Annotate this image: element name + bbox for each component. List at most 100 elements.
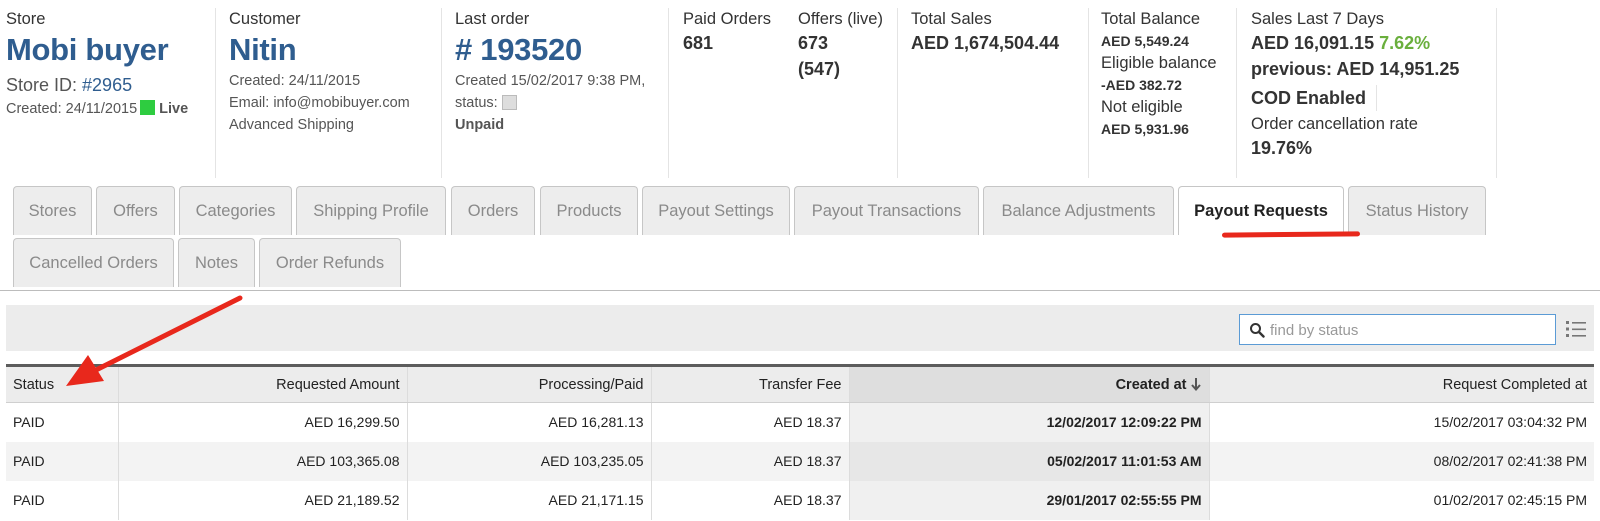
column-header-created-at[interactable]: Created at — [848, 364, 1209, 403]
not-eligible-label: Not eligible — [1101, 98, 1183, 116]
cell-request-completed-at: 15/02/2017 03:04:32 PM — [1208, 402, 1594, 442]
cell-processing-paid: AED 103,235.05 — [406, 441, 651, 481]
last-order-label: Last order — [455, 10, 530, 28]
cell-requested-amount: AED 16,299.50 — [117, 402, 407, 442]
cell-status: PAID — [6, 441, 118, 481]
cell-created-at: 05/02/2017 11:01:53 AM — [848, 441, 1209, 481]
tab-stores[interactable]: Stores — [13, 186, 92, 235]
sales-7days-label: Sales Last 7 Days — [1251, 10, 1384, 28]
store-name: Mobi buyer — [6, 32, 169, 67]
cell-status: PAID — [6, 402, 118, 442]
cell-created-at: 29/01/2017 02:55:55 PM — [848, 480, 1209, 520]
payout-requests-table: Status Requested Amount Processing/Paid … — [6, 364, 1594, 520]
cell-request-completed-at: 08/02/2017 02:41:38 PM — [1208, 441, 1594, 481]
tab-orders[interactable]: Orders — [451, 186, 535, 235]
offers-label: Offers (live) — [798, 10, 883, 28]
store-panel: Store Mobi buyer Store ID: #2965 Created… — [6, 8, 216, 178]
column-header-requested-amount[interactable]: Requested Amount — [117, 364, 407, 403]
table-row[interactable]: PAID AED 16,299.50 AED 16,281.13 AED 18.… — [6, 402, 1594, 442]
sales-7days-value: AED 16,091.15 — [1251, 33, 1375, 53]
cell-processing-paid: AED 16,281.13 — [406, 402, 651, 442]
created-at-header-label: Created at — [1115, 376, 1187, 393]
table-header-row: Status Requested Amount Processing/Paid … — [6, 364, 1594, 403]
tab-categories[interactable]: Categories — [179, 186, 292, 235]
column-header-transfer-fee[interactable]: Transfer Fee — [650, 364, 849, 403]
store-id-line: Store ID: #2965 — [6, 72, 215, 98]
store-id-link[interactable]: #2965 — [82, 75, 132, 95]
last-order-status: Unpaid — [455, 117, 505, 133]
tab-cancelled-orders[interactable]: Cancelled Orders — [13, 238, 174, 287]
live-status-indicator — [140, 100, 156, 115]
cell-requested-amount: AED 21,189.52 — [117, 480, 407, 520]
cell-status: PAID — [6, 480, 118, 520]
store-created-line: Created: 24/11/2015 Live — [6, 98, 215, 120]
store-summary: Store Mobi buyer Store ID: #2965 Created… — [0, 0, 1600, 182]
last-order-number[interactable]: # 193520 — [455, 30, 668, 70]
table-row[interactable]: PAID AED 103,365.08 AED 103,235.05 AED 1… — [6, 441, 1594, 481]
sales-previous: previous: AED 14,951.25 — [1251, 59, 1460, 79]
cell-transfer-fee: AED 18.37 — [650, 402, 849, 442]
cell-transfer-fee: AED 18.37 — [650, 480, 849, 520]
last-order-status-label: status: — [455, 95, 498, 111]
not-eligible-value: AED 5,931.96 — [1101, 121, 1189, 137]
customer-label: Customer — [229, 10, 301, 28]
tab-bar-divider — [0, 290, 1600, 291]
store-label: Store — [6, 10, 46, 28]
cod-status: COD Enabled — [1251, 85, 1378, 111]
offers-value: 673 — [798, 33, 829, 53]
active-tab-annotation-underline — [1221, 231, 1361, 238]
column-header-request-completed-at[interactable]: Request Completed at — [1208, 364, 1594, 403]
tab-notes[interactable]: Notes — [178, 238, 255, 287]
customer-name: Nitin — [229, 32, 297, 67]
status-search-box[interactable] — [1239, 314, 1556, 345]
live-status-label: Live — [159, 101, 189, 117]
tab-balance-adjustments[interactable]: Balance Adjustments — [983, 186, 1174, 235]
sales-change-percent: 7.62% — [1379, 33, 1431, 53]
eligible-balance-value: -AED 382.72 — [1101, 77, 1182, 93]
table-row[interactable]: PAID AED 21,189.52 AED 21,171.15 AED 18.… — [6, 480, 1594, 520]
total-sales-panel: Total Sales AED 1,674,504.44 — [911, 8, 1089, 178]
tab-order-refunds[interactable]: Order Refunds — [259, 238, 401, 287]
cell-requested-amount: AED 103,365.08 — [117, 441, 407, 481]
sales-7days-line: AED 16,091.15 7.62% — [1251, 30, 1496, 56]
column-header-processing-paid[interactable]: Processing/Paid — [406, 364, 651, 403]
customer-panel: Customer Nitin Created: 24/11/2015 Email… — [229, 8, 442, 178]
total-balance-panel: Total Balance AED 5,549.24 Eligible bala… — [1101, 8, 1237, 178]
tab-offers[interactable]: Offers — [96, 186, 175, 235]
store-created: Created: 24/11/2015 — [6, 101, 138, 117]
sort-descending-icon — [1190, 377, 1201, 391]
tab-status-history[interactable]: Status History — [1348, 186, 1486, 235]
tab-shipping-profile[interactable]: Shipping Profile — [296, 186, 446, 235]
customer-email: Email: info@mobibuyer.com — [229, 95, 410, 111]
cancel-rate-label: Order cancellation rate — [1251, 115, 1418, 133]
cell-request-completed-at: 01/02/2017 02:45:15 PM — [1208, 480, 1594, 520]
tab-payout-transactions[interactable]: Payout Transactions — [794, 186, 979, 235]
customer-created: Created: 24/11/2015 — [229, 73, 361, 89]
cancel-rate-value: 19.76% — [1251, 138, 1313, 158]
offers-panel: Offers (live) 673 (547) — [798, 8, 898, 178]
tab-payout-settings[interactable]: Payout Settings — [642, 186, 790, 235]
last-order-status-line: status: — [455, 92, 668, 114]
status-search-input[interactable] — [1270, 319, 1548, 341]
last-order-created: Created 15/02/2017 9:38 PM, — [455, 73, 646, 89]
paid-orders-panel: Paid Orders 681 — [683, 8, 788, 178]
paid-orders-value: 681 — [683, 33, 714, 53]
column-list-icon[interactable] — [1565, 318, 1587, 340]
tab-products[interactable]: Products — [540, 186, 638, 235]
tab-payout-requests[interactable]: Payout Requests — [1178, 186, 1344, 235]
total-balance-label: Total Balance — [1101, 10, 1201, 28]
store-id-prefix: Store ID: — [6, 75, 83, 95]
total-sales-label: Total Sales — [911, 10, 992, 28]
cell-transfer-fee: AED 18.37 — [650, 441, 849, 481]
column-header-status[interactable]: Status — [6, 364, 118, 403]
last-order-panel: Last order # 193520 Created 15/02/2017 9… — [455, 8, 669, 178]
total-sales-value: AED 1,674,504.44 — [911, 33, 1060, 53]
sales-7days-panel: Sales Last 7 Days AED 16,091.15 7.62% pr… — [1251, 8, 1497, 178]
offers-live-value: (547) — [798, 59, 841, 79]
search-icon — [1250, 323, 1265, 338]
cell-processing-paid: AED 21,171.15 — [406, 480, 651, 520]
total-balance-value: AED 5,549.24 — [1101, 33, 1189, 49]
order-status-indicator — [501, 95, 517, 110]
eligible-balance-label: Eligible balance — [1101, 54, 1217, 72]
customer-shipping: Advanced Shipping — [229, 117, 354, 133]
